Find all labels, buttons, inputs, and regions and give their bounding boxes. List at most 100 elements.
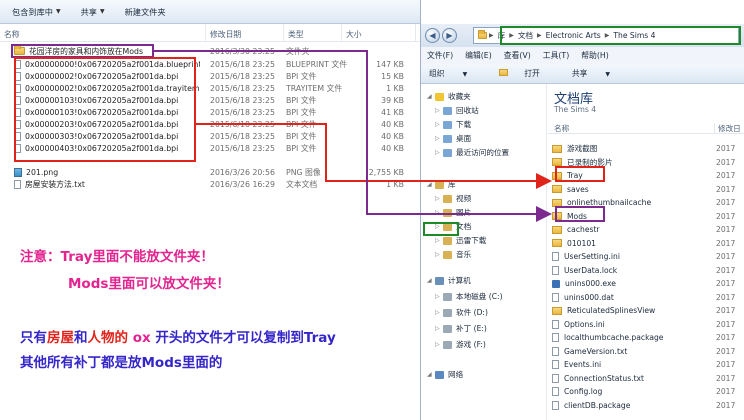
file-name: Options.ini bbox=[564, 319, 605, 329]
nav-item-label: 下载 bbox=[456, 120, 472, 129]
nav-item[interactable]: ▷ 补丁 (E:) bbox=[435, 322, 487, 335]
nav-item[interactable]: ▷ 游戏 (F:) bbox=[435, 338, 486, 351]
expand-icon[interactable]: ▷ bbox=[435, 121, 443, 128]
expand-icon[interactable]: ▷ bbox=[435, 107, 443, 114]
col-name-header[interactable]: 名称 bbox=[0, 24, 206, 41]
nav-item[interactable]: ◢ 收藏夹 bbox=[427, 90, 471, 103]
file-row[interactable]: unins000.exe 2017 bbox=[548, 277, 744, 290]
include-in-library-button[interactable]: 包含到库中 ▼ bbox=[2, 0, 71, 24]
file-row[interactable]: 010101 2017 bbox=[548, 237, 744, 250]
file-row[interactable]: 201.png 2016/3/26 20:56 PNG 图像 2,755 KB bbox=[0, 166, 420, 178]
nav-item[interactable]: ▷ 图片 bbox=[435, 206, 471, 219]
file-date: 2017 bbox=[716, 346, 736, 356]
col-date-header[interactable]: 修改日 bbox=[714, 123, 741, 134]
file-row[interactable]: Events.ini 2017 bbox=[548, 358, 744, 371]
file-row[interactable]: clientDB.package 2017 bbox=[548, 399, 744, 412]
file-row[interactable]: UserData.lock 2017 bbox=[548, 264, 744, 277]
file-row[interactable]: unins000.dat 2017 bbox=[548, 291, 744, 304]
file-name: cachestr bbox=[567, 225, 600, 234]
file-name-cell: Config.log bbox=[552, 387, 602, 396]
file-icon bbox=[552, 346, 559, 356]
file-name: unins000.exe bbox=[565, 279, 616, 288]
expand-icon[interactable]: ◢ bbox=[427, 371, 435, 378]
file-row[interactable]: 游戏截图 2017 bbox=[548, 142, 744, 155]
file-name: saves bbox=[567, 184, 589, 194]
file-row[interactable]: ConnectionStatus.txt 2017 bbox=[548, 372, 744, 385]
file-name: UserSetting.ini bbox=[564, 252, 620, 261]
file-name: UserData.lock bbox=[564, 265, 618, 275]
nav-item-label: 迅雷下载 bbox=[456, 236, 487, 245]
file-row[interactable]: 房屋安装方法.txt 2016/3/26 16:29 文本文档 1 KB bbox=[0, 178, 420, 190]
back-icon[interactable]: ◀ bbox=[425, 28, 440, 43]
col-type-header[interactable]: 类型 bbox=[284, 24, 342, 41]
nav-item-label: 本地磁盘 (C:) bbox=[456, 292, 503, 301]
file-date: 2017 bbox=[716, 171, 736, 180]
organize-button[interactable]: 组织 ▼ bbox=[429, 68, 483, 79]
expand-icon[interactable]: ◢ bbox=[427, 277, 435, 284]
file-row[interactable]: saves 2017 bbox=[548, 183, 744, 196]
file-row[interactable]: cachestr 2017 bbox=[548, 223, 744, 236]
file-row[interactable]: Config.log 2017 bbox=[548, 385, 744, 398]
file-name: 010101 bbox=[567, 238, 596, 248]
share-button[interactable]: 共享 ▼ bbox=[572, 68, 626, 79]
file-row[interactable]: Options.ini 2017 bbox=[548, 318, 744, 331]
menu-help[interactable]: 帮助(H) bbox=[581, 50, 609, 61]
drive-icon bbox=[443, 340, 452, 349]
expand-icon[interactable]: ▷ bbox=[435, 341, 443, 348]
nav-item-label: 图片 bbox=[456, 208, 472, 217]
file-icon bbox=[552, 360, 559, 369]
menu-view[interactable]: 查看(V) bbox=[504, 50, 531, 61]
expand-icon[interactable]: ▷ bbox=[435, 195, 443, 202]
file-date: 2017 bbox=[716, 292, 736, 302]
file-date: 2017 bbox=[716, 373, 736, 383]
nav-item[interactable]: ▷ 本地磁盘 (C:) bbox=[435, 290, 503, 303]
col-name-header[interactable]: 名称 bbox=[554, 123, 569, 134]
drive-icon bbox=[443, 324, 452, 333]
expand-icon[interactable]: ◢ bbox=[427, 93, 435, 100]
file-name-cell: 游戏截图 bbox=[552, 143, 597, 154]
nav-item[interactable]: ▷ 下载 bbox=[435, 118, 471, 131]
nav-item[interactable]: ▷ 视频 bbox=[435, 192, 471, 205]
file-row[interactable]: localthumbcache.package 2017 bbox=[548, 331, 744, 344]
file-icon bbox=[552, 373, 559, 383]
chevron-down-icon: ▼ bbox=[605, 71, 611, 78]
file-row[interactable]: UserSetting.ini 2017 bbox=[548, 250, 744, 263]
share-button[interactable]: 共享 ▼ bbox=[71, 0, 115, 24]
col-date-header[interactable]: 修改日期 bbox=[206, 24, 284, 41]
open-button[interactable]: 打开 bbox=[499, 68, 556, 79]
nav-item[interactable]: ▷ 音乐 bbox=[435, 248, 471, 261]
file-size: 41 KB bbox=[381, 107, 404, 117]
file-name-cell: cachestr bbox=[552, 225, 600, 234]
menu-file[interactable]: 文件(F) bbox=[427, 50, 453, 61]
col-size-header[interactable]: 大小 bbox=[342, 24, 416, 41]
nav-item[interactable]: ▷ 回收站 bbox=[435, 104, 479, 117]
nav-item[interactable]: ▷ 桌面 bbox=[435, 132, 471, 145]
nav-item-label: 视频 bbox=[456, 194, 472, 203]
tray-files-highlight bbox=[14, 57, 196, 162]
expand-icon[interactable]: ▷ bbox=[435, 309, 443, 316]
file-name-cell: UserData.lock bbox=[552, 265, 618, 275]
expand-icon[interactable]: ◢ bbox=[427, 181, 435, 188]
expand-icon[interactable]: ▷ bbox=[435, 209, 443, 216]
file-row[interactable]: ReticulatedSplinesView 2017 bbox=[548, 304, 744, 317]
tray-folder-highlight bbox=[555, 166, 605, 182]
nav-item[interactable]: ◢ 计算机 bbox=[427, 274, 471, 287]
expand-icon[interactable]: ▷ bbox=[435, 293, 443, 300]
menu-edit[interactable]: 编辑(E) bbox=[465, 50, 492, 61]
menu-tools[interactable]: 工具(T) bbox=[543, 50, 569, 61]
nav-item[interactable]: ▷ 软件 (D:) bbox=[435, 306, 488, 319]
expand-icon[interactable]: ▷ bbox=[435, 135, 443, 142]
file-size: 1 KB bbox=[386, 179, 404, 189]
nav-item[interactable]: ◢ 网络 bbox=[427, 368, 463, 381]
new-folder-button[interactable]: 新建文件夹 bbox=[115, 0, 176, 24]
expand-icon[interactable]: ▷ bbox=[435, 149, 443, 156]
nav-item[interactable]: ▷ 最近访问的位置 bbox=[435, 146, 509, 159]
file-row[interactable]: GameVersion.txt 2017 bbox=[548, 345, 744, 358]
expand-icon[interactable]: ▷ bbox=[435, 325, 443, 332]
expand-icon[interactable]: ▷ bbox=[435, 237, 443, 244]
forward-icon[interactable]: ▶ bbox=[442, 28, 457, 43]
nav-item[interactable]: ◢ 库 bbox=[427, 178, 456, 191]
library-icon bbox=[443, 194, 452, 203]
file-icon bbox=[14, 179, 21, 189]
expand-icon[interactable]: ▷ bbox=[435, 251, 443, 258]
